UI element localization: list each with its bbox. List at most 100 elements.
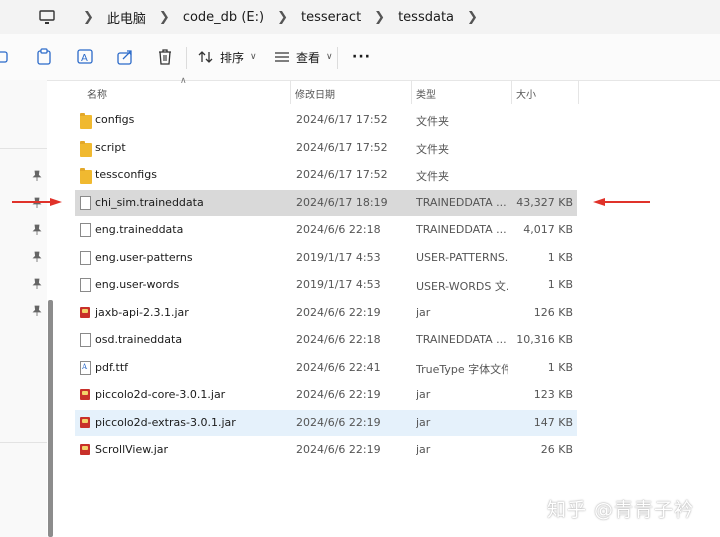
column-date[interactable]: 修改日期 [295,86,335,101]
chevron-right-icon[interactable]: ❯ [467,10,478,25]
copy-button[interactable] [0,46,12,68]
file-icon [80,250,91,265]
file-row[interactable]: configs 2024/6/17 17:52 文件夹 [75,107,577,133]
file-type: 文件夹 [416,170,449,183]
chevron-right-icon: ❯ [374,9,386,25]
column-type[interactable]: 类型 [416,86,436,101]
file-name: osd.traineddata [95,333,183,346]
column-divider [578,80,579,104]
column-divider [411,80,412,104]
file-type: TRAINEDDATA ... [416,223,507,236]
pin-icon[interactable] [32,278,42,290]
file-date: 2024/6/17 18:19 [296,195,388,209]
paste-button[interactable] [36,46,52,68]
toolbar-divider [337,47,338,69]
arrow-head-icon [50,198,62,206]
file-row[interactable]: piccolo2d-core-3.0.1.jar 2024/6/6 22:19 ja… [75,382,577,408]
file-size: 1 KB [547,278,573,291]
file-size: 4,017 KB [523,223,573,236]
file-type: TrueType 字体文件 [416,362,508,376]
sort-ascending-icon: ∧ [180,76,187,86]
file-date: 2019/1/17 4:53 [296,278,381,291]
file-row[interactable]: Apdf.ttf 2024/6/6 22:41 TrueType 字体文件 1 KB [75,355,577,381]
share-button[interactable] [117,46,135,68]
folder-icon [80,113,92,129]
column-name[interactable]: 名称 [87,86,107,101]
file-row[interactable]: tessconfigs 2024/6/17 17:52 文件夹 [75,162,577,188]
annotation-arrow-right [604,201,650,203]
file-type: jar [416,388,431,401]
more-icon: ··· [352,49,371,65]
jar-icon [80,306,90,318]
clipboard-icon [37,48,51,65]
file-type: TRAINEDDATA ... [416,195,507,209]
file-name: configs [95,113,135,126]
jar-icon [80,416,90,428]
file-row[interactable]: eng.user-words 2019/1/17 4:53 USER-WORDS 文… [75,272,577,298]
sidebar-divider [0,148,47,149]
file-row[interactable]: chi_sim.traineddata 2024/6/17 18:19 TRAINE… [75,189,577,216]
pin-icon[interactable] [32,224,42,236]
monitor-icon[interactable] [38,10,56,24]
file-name: ScrollView.jar [95,443,169,456]
sort-icon [198,51,213,63]
file-date: 2024/6/6 22:18 [296,223,381,236]
chevron-right-icon: ❯ [277,9,288,25]
file-size: 43,327 KB [516,195,573,209]
rename-button[interactable]: A [77,46,95,68]
chevron-down-icon: ∨ [250,52,257,62]
pin-icon[interactable] [32,305,42,317]
file-size: 26 KB [540,443,573,456]
file-name: eng.traineddata [95,223,184,236]
file-row[interactable]: osd.traineddata 2024/6/6 22:18 TRAINEDDATA… [75,327,577,353]
pin-icon[interactable] [32,251,42,263]
file-type: jar [416,305,431,319]
file-date: 2024/6/17 17:52 [296,140,388,154]
view-button[interactable]: 查看 ∨ [274,46,333,68]
file-size: 1 KB [547,360,573,374]
file-date: 2024/6/6 22:18 [296,333,381,346]
file-type: 文件夹 [416,142,449,156]
file-row[interactable]: piccolo2d-extras-3.0.1.jar 2024/6/6 22:19… [75,409,577,436]
file-type: TRAINEDDATA ... [416,333,507,346]
file-size: 147 KB [533,415,573,429]
delete-button[interactable] [157,46,173,68]
sidebar-scrollbar[interactable] [48,300,53,537]
chevron-right-icon: ❯ [158,9,170,25]
file-type: jar [416,415,431,429]
file-row[interactable]: jaxb-api-2.3.1.jar 2024/6/6 22:19 jar 126 K… [75,300,577,326]
file-date: 2024/6/6 22:19 [296,388,381,401]
file-icon [80,223,91,237]
copy-icon [0,51,8,63]
column-divider [511,80,512,104]
breadcrumb-item-tessdata[interactable]: tessdata [398,10,454,25]
file-date: 2024/6/6 22:19 [296,305,381,319]
pin-icon[interactable] [32,170,42,182]
file-row[interactable]: ScrollView.jar 2024/6/6 22:19 jar 26 KB [75,437,577,463]
breadcrumb: ❯ 此电脑 ❯ code_db (E:) ❯ tesseract ❯ tessd… [38,0,491,34]
more-options-button[interactable]: ··· [352,46,371,68]
breadcrumb-item-drive[interactable]: code_db (E:) [183,10,264,25]
file-name: tessconfigs [95,168,157,181]
column-size[interactable]: 大小 [516,86,536,101]
file-date: 2024/6/6 22:41 [296,360,381,374]
address-bar: ❯ 此电脑 ❯ code_db (E:) ❯ tesseract ❯ tessd… [0,0,720,34]
file-row[interactable]: eng.traineddata 2024/6/6 22:18 TRAINEDDATA… [75,217,577,243]
sort-label: 排序 [220,50,245,65]
list-view-icon [275,52,289,62]
sidebar-divider [0,442,47,443]
file-icon [80,278,91,292]
breadcrumb-item-this-pc[interactable]: 此电脑 [107,8,146,27]
file-icon [80,333,91,347]
trash-icon [159,49,171,65]
command-bar: A 排序 ∨ 查看 ∨ ··· [0,34,720,81]
file-row[interactable]: eng.user-patterns 2019/1/17 4:53 USER-PATT… [75,245,577,271]
file-type: USER-PATTERNS... [416,250,508,264]
file-row[interactable]: script 2024/6/17 17:52 文件夹 [75,135,577,161]
breadcrumb-item-tesseract[interactable]: tesseract [301,10,361,25]
pin-icon[interactable] [32,197,42,209]
navigation-pane [0,80,47,537]
column-divider [290,80,291,104]
view-label: 查看 [296,50,321,65]
sort-button[interactable]: 排序 ∨ [198,46,257,68]
